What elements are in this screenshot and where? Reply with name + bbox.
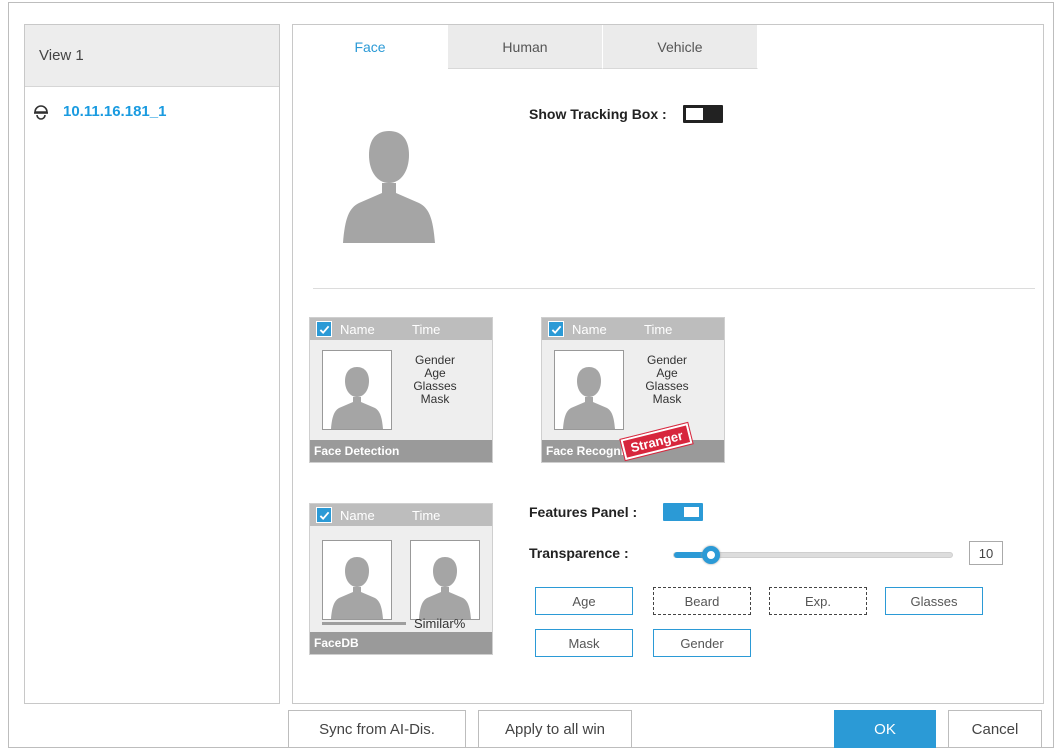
camera-label: 10.11.16.181_1 bbox=[63, 103, 167, 120]
card-header: Name Time bbox=[310, 504, 492, 526]
dome-camera-icon bbox=[34, 104, 48, 120]
card-header: Name Time bbox=[310, 318, 492, 340]
show-tracking-box-toggle[interactable] bbox=[682, 105, 723, 123]
sync-from-ai-button[interactable]: Sync from AI-Dis. bbox=[288, 710, 466, 748]
gender-feature-button[interactable]: Gender bbox=[653, 629, 751, 657]
attr-mask: Mask bbox=[420, 392, 450, 406]
face-recognition-card[interactable]: Name Time Gender Age Glasses Mask Face R… bbox=[541, 317, 725, 463]
checkbox-checked-icon[interactable] bbox=[548, 321, 564, 337]
slider-thumb[interactable] bbox=[702, 546, 720, 564]
face-detection-card[interactable]: Name Time Gender Age Glasses Mask Face D… bbox=[309, 317, 493, 463]
features-panel-toggle[interactable] bbox=[663, 503, 704, 521]
glasses-feature-button[interactable]: Glasses bbox=[885, 587, 983, 615]
divider bbox=[313, 288, 1035, 289]
card-footer: FaceDB bbox=[310, 632, 492, 654]
cancel-button[interactable]: Cancel bbox=[948, 710, 1042, 748]
ok-button[interactable]: OK bbox=[834, 710, 936, 748]
show-tracking-box-row: Show Tracking Box : bbox=[529, 105, 723, 123]
card-time-label: Time bbox=[412, 507, 441, 523]
exp-feature-button[interactable]: Exp. bbox=[769, 587, 867, 615]
tab-bar: Face Human Vehicle bbox=[293, 25, 758, 69]
similarity-bar bbox=[322, 622, 406, 625]
transparence-label: Transparence : bbox=[529, 545, 629, 561]
facedb-card[interactable]: Name Time Similar% FaceDB bbox=[309, 503, 493, 655]
person-avatar-icon bbox=[563, 367, 615, 429]
beard-feature-button[interactable]: Beard bbox=[653, 587, 751, 615]
card-footer: Face Detection bbox=[310, 440, 492, 462]
age-feature-button[interactable]: Age bbox=[535, 587, 633, 615]
apply-to-all-button[interactable]: Apply to all win bbox=[478, 710, 632, 748]
person-avatar-icon bbox=[331, 367, 383, 429]
person-avatar-icon bbox=[331, 557, 383, 619]
face-thumbnail bbox=[322, 350, 392, 430]
attribute-list: Gender Age Glasses Mask bbox=[400, 354, 470, 406]
tab-vehicle[interactable]: Vehicle bbox=[603, 25, 758, 69]
mask-feature-button[interactable]: Mask bbox=[535, 629, 633, 657]
view-header: View 1 bbox=[25, 25, 279, 87]
card-header: Name Time bbox=[542, 318, 724, 340]
attribute-list: Gender Age Glasses Mask bbox=[632, 354, 702, 406]
settings-panel: Face Human Vehicle Show Tracking Box : N… bbox=[292, 24, 1044, 704]
attr-mask: Mask bbox=[652, 392, 682, 406]
card-name-label: Name bbox=[572, 321, 607, 337]
card-time-label: Time bbox=[644, 321, 673, 337]
camera-tree-item[interactable]: 10.11.16.181_1 bbox=[33, 103, 166, 120]
person-avatar-icon bbox=[419, 557, 471, 619]
card-name-label: Name bbox=[340, 507, 375, 523]
transparence-value[interactable]: 10 bbox=[969, 541, 1003, 565]
person-avatar-icon bbox=[343, 131, 435, 243]
card-name-label: Name bbox=[340, 321, 375, 337]
facedb-thumbnail bbox=[410, 540, 480, 620]
similarity-label: Similar% bbox=[414, 616, 466, 631]
tab-human[interactable]: Human bbox=[448, 25, 603, 69]
show-tracking-box-label: Show Tracking Box : bbox=[529, 106, 667, 122]
view-panel: View 1 10.11.16.181_1 bbox=[24, 24, 280, 704]
transparence-slider[interactable] bbox=[673, 546, 953, 564]
view-title: View 1 bbox=[39, 47, 84, 64]
face-thumbnail bbox=[322, 540, 392, 620]
checkbox-checked-icon[interactable] bbox=[316, 321, 332, 337]
features-panel-row: Features Panel : bbox=[529, 503, 704, 521]
tab-face[interactable]: Face bbox=[293, 25, 448, 69]
card-time-label: Time bbox=[412, 321, 441, 337]
checkbox-checked-icon[interactable] bbox=[316, 507, 332, 523]
features-panel-label: Features Panel : bbox=[529, 504, 638, 520]
face-thumbnail bbox=[554, 350, 624, 430]
